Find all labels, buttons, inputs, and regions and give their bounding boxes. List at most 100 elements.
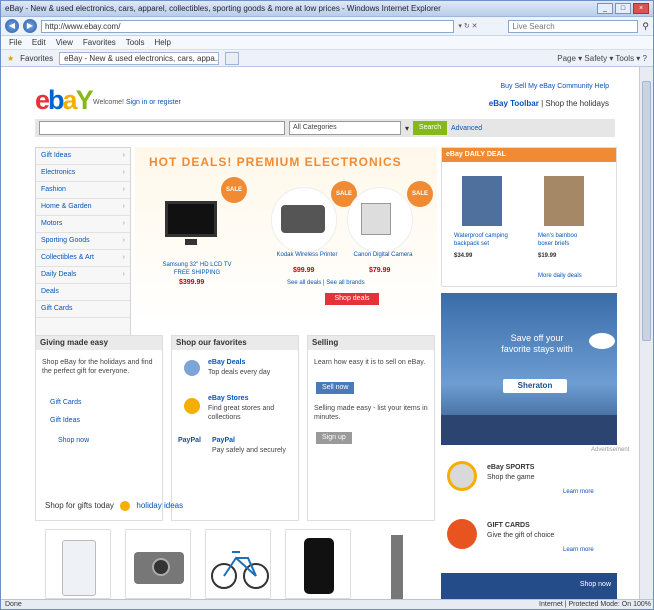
category-item[interactable]: Daily Deals › xyxy=(36,267,130,284)
console-image xyxy=(62,540,96,596)
sign-up-button[interactable]: Sign up xyxy=(316,432,352,444)
status-text: Done xyxy=(5,601,22,608)
menu-favorites[interactable]: Favorites xyxy=(83,38,116,47)
deal-item-title[interactable]: Samsung 32" HD LCD TV FREE SHIPPING xyxy=(149,261,245,277)
chevron-right-icon: › xyxy=(122,169,125,176)
gift-thumbnail[interactable] xyxy=(205,529,271,599)
menu-help[interactable]: Help xyxy=(154,38,170,47)
ad-button[interactable]: Sheraton xyxy=(503,379,567,393)
cloud-shape xyxy=(589,333,615,349)
sale-burst-icon: SALE xyxy=(221,177,247,203)
tv-image[interactable] xyxy=(165,201,217,237)
category-item[interactable]: Sporting Goods › xyxy=(36,233,130,250)
forward-icon[interactable]: ▶ xyxy=(23,19,37,33)
learn-more-link[interactable]: Learn more xyxy=(563,547,594,553)
gift-thumbnail[interactable] xyxy=(45,529,111,599)
toolbar-promo[interactable]: eBay Toolbar | Shop the holidays xyxy=(489,99,609,108)
shop-now-link[interactable]: Shop now xyxy=(58,436,89,445)
zone-text: Internet | Protected Mode: On 100% xyxy=(539,601,651,608)
vertical-scrollbar[interactable] xyxy=(639,67,653,601)
daily-deal-price: $34.99 xyxy=(454,253,473,259)
gift-thumbnail[interactable] xyxy=(125,529,191,599)
back-icon[interactable]: ◀ xyxy=(5,19,19,33)
daily-deal-image[interactable] xyxy=(462,176,502,226)
column-text: Find great stores and collections xyxy=(208,405,275,421)
advanced-search-link[interactable]: Advanced xyxy=(451,125,482,132)
column-header: Shop our favorites xyxy=(172,336,298,350)
search-input[interactable]: Live Search xyxy=(508,19,639,33)
hot-deals-banner[interactable]: HOT DEALS! PREMIUM ELECTRONICS SALE Sams… xyxy=(135,147,437,325)
learn-more-link[interactable]: Learn more xyxy=(563,489,594,495)
menu-edit[interactable]: Edit xyxy=(32,38,46,47)
maximize-button[interactable]: □ xyxy=(615,3,631,14)
bottom-promo-tile[interactable]: Shop now xyxy=(441,573,617,601)
paypal-link[interactable]: PayPal xyxy=(212,436,235,445)
close-button[interactable]: × xyxy=(633,3,649,14)
gift-thumbnail[interactable] xyxy=(285,529,351,599)
category-item[interactable]: Deals xyxy=(36,284,130,301)
menu-file[interactable]: File xyxy=(9,38,22,47)
column-header: Selling xyxy=(308,336,434,350)
browser-tab[interactable]: eBay - New & used electronics, cars, app… xyxy=(59,51,220,65)
sell-now-button[interactable]: Sell now xyxy=(316,382,355,394)
gift-thumbnail[interactable] xyxy=(365,529,431,599)
tv-stand xyxy=(185,239,197,245)
daily-deal-image[interactable] xyxy=(544,176,584,226)
search-icon[interactable]: ⚲ xyxy=(642,21,649,32)
ebay-deals-link[interactable]: eBay Deals xyxy=(208,358,245,367)
daily-deal-panel: eBay DAILY DEAL Waterproof camping backp… xyxy=(441,147,617,287)
giving-column: Giving made easy Shop eBay for the holid… xyxy=(35,335,163,521)
chevron-down-icon[interactable]: ▾ xyxy=(405,124,409,133)
sports-badge-icon xyxy=(447,461,477,491)
url-input[interactable]: http://www.ebay.com/ xyxy=(41,19,455,33)
category-item[interactable]: Gift Cards xyxy=(36,301,130,318)
new-tab-button[interactable] xyxy=(225,51,240,65)
scrollbar-thumb[interactable] xyxy=(642,81,651,341)
menu-view[interactable]: View xyxy=(56,38,73,47)
daily-deal-title[interactable]: Men's bamboo boxer briefs xyxy=(538,232,614,248)
deal-item-title[interactable]: Kodak Wireless Printer xyxy=(275,251,339,259)
phone-image xyxy=(304,538,334,594)
category-item[interactable]: Motors › xyxy=(36,216,130,233)
ebay-logo[interactable]: ebaY xyxy=(35,85,94,116)
category-item[interactable]: Gift Ideas › xyxy=(36,148,130,165)
chevron-right-icon: › xyxy=(122,220,125,227)
chevron-right-icon: › xyxy=(122,271,125,278)
camera-image[interactable] xyxy=(361,203,391,235)
category-item[interactable]: Home & Garden › xyxy=(36,199,130,216)
browser-window: eBay - New & used electronics, cars, app… xyxy=(0,0,654,610)
gifts-heading: Shop for gifts today holiday ideas xyxy=(45,501,184,511)
command-bar[interactable]: Page ▾ Safety ▾ Tools ▾ ? xyxy=(557,54,647,63)
star-icon[interactable]: ★ xyxy=(7,54,14,63)
category-item[interactable]: Fashion › xyxy=(36,182,130,199)
gift-cards-link[interactable]: Gift Cards xyxy=(50,398,82,407)
address-bar: ◀ ▶ http://www.ebay.com/ ▾ ↻ ✕ Live Sear… xyxy=(1,17,653,36)
favorites-label[interactable]: Favorites xyxy=(20,54,53,63)
ad-label: Advertisement xyxy=(591,447,630,453)
daily-deal-title[interactable]: Waterproof camping backpack set xyxy=(454,232,526,248)
more-daily-deals-link[interactable]: More daily deals xyxy=(538,272,582,280)
menu-tools[interactable]: Tools xyxy=(126,38,145,47)
advertisement-banner[interactable]: Save off your favorite stays with Sherat… xyxy=(441,293,617,445)
printer-image[interactable] xyxy=(281,205,325,233)
gift-thumbnails xyxy=(45,529,435,599)
category-item[interactable]: Collectibles & Art › xyxy=(36,250,130,267)
shop-deals-button[interactable]: Shop deals xyxy=(325,293,379,305)
daily-deal-price: $19.99 xyxy=(538,253,557,259)
daily-deal-header: eBay DAILY DEAL xyxy=(442,148,616,162)
ad-text: Save off your favorite stays with xyxy=(501,333,573,354)
gift-ideas-link[interactable]: Gift Ideas xyxy=(50,416,80,425)
top-nav-links[interactable]: Buy Sell My eBay Community Help xyxy=(500,83,609,90)
deals-links[interactable]: See all deals | See all brands xyxy=(287,280,365,286)
search-bar: All Categories ▾ Search Advanced xyxy=(35,119,615,137)
bottom-promo-label: Shop now xyxy=(579,581,611,588)
category-select[interactable]: All Categories xyxy=(289,121,401,135)
deal-item-title[interactable]: Canon Digital Camera xyxy=(351,251,415,259)
refresh-icon[interactable]: ▾ ↻ ✕ xyxy=(458,22,504,30)
category-item[interactable]: Electronics › xyxy=(36,165,130,182)
search-button[interactable]: Search xyxy=(413,121,448,135)
ebay-stores-link[interactable]: eBay Stores xyxy=(208,394,248,403)
ebay-search-input[interactable] xyxy=(39,121,285,135)
signin-link[interactable]: Sign in or register xyxy=(126,99,181,106)
minimize-button[interactable]: _ xyxy=(597,3,613,14)
